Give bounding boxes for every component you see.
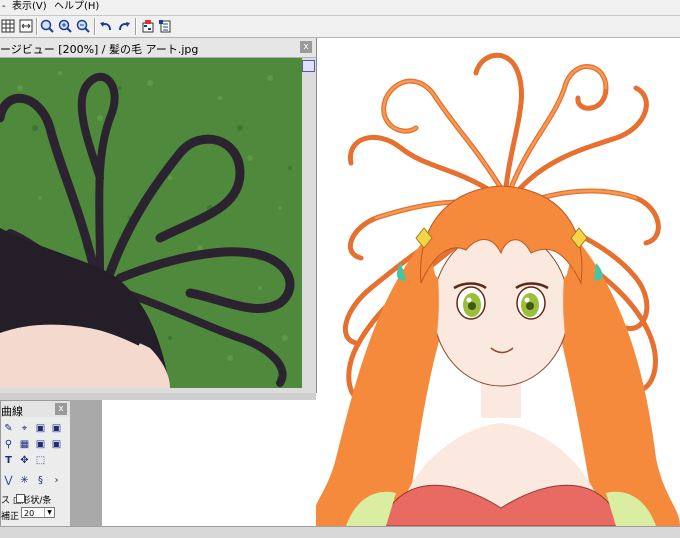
text-tool-icon[interactable]: T <box>3 455 14 466</box>
viewer-vertical-scrollbar[interactable] <box>302 58 316 393</box>
select-tool-icon[interactable]: ⬚ <box>35 455 46 466</box>
spiral-tool-icon[interactable]: § <box>35 475 46 486</box>
square-node-alt-icon[interactable]: ▣ <box>51 423 62 434</box>
hair-photo[interactable] <box>0 58 302 388</box>
pen-tool-icon[interactable]: ✎ <box>3 423 14 434</box>
workspace-gap <box>70 400 102 526</box>
arrow-tool-icon[interactable]: › <box>51 475 62 486</box>
drawing-canvas[interactable] <box>316 38 680 526</box>
move-tool-icon[interactable]: ✥ <box>19 455 30 466</box>
curve-tool-palette: 曲線 x ✎ ⌖ ▣ ▣ ⚲ ▦ ▣ ▣ T ✥ ⬚ ⋁ ✳ § › ス □形状… <box>0 400 72 528</box>
redo-icon[interactable] <box>117 19 131 33</box>
palette-icon[interactable] <box>141 19 155 33</box>
line-tool-icon[interactable]: ⋁ <box>3 475 14 486</box>
secondary-canvas-area[interactable] <box>102 400 316 526</box>
eraser-icon[interactable]: ▦ <box>19 439 30 450</box>
correction-label: 補正 <box>1 512 20 522</box>
menu-help[interactable]: ヘルプ(H) <box>54 1 99 13</box>
toolbar-separator <box>94 18 96 35</box>
correction-value: 20 <box>24 509 35 518</box>
zoom-out-icon[interactable] <box>76 19 90 33</box>
grid-icon[interactable] <box>1 19 15 33</box>
fill-icon[interactable]: ▣ <box>35 439 46 450</box>
square-node-icon[interactable]: ▣ <box>35 423 46 434</box>
image-viewer-window: ージビュー [200%] / 髪の毛 アート.jpg x <box>0 38 317 393</box>
palette-close-button[interactable]: x <box>55 403 67 415</box>
zoom-in-icon[interactable] <box>58 19 72 33</box>
fit-window-icon[interactable] <box>19 19 33 33</box>
menubar: - 表示(V) ヘルプ(H) <box>0 0 680 16</box>
node-edit-icon[interactable]: ⚲ <box>3 439 14 450</box>
anime-girl-illustration <box>316 52 680 526</box>
fill-alt-icon[interactable]: ▣ <box>51 439 62 450</box>
settings-icon[interactable] <box>158 19 172 33</box>
palette-title: 曲線 <box>1 405 23 418</box>
star-tool-icon[interactable]: ✳ <box>19 475 30 486</box>
viewer-titlebar[interactable]: ージビュー [200%] / 髪の毛 アート.jpg x <box>0 38 316 58</box>
viewer-dropdown-button[interactable] <box>302 60 315 72</box>
shape-checkbox[interactable] <box>16 494 25 503</box>
correction-spinner[interactable]: 20 ▼ <box>21 507 55 518</box>
shape-option-label: ス □形状/条 <box>1 496 52 506</box>
toolbar-separator <box>36 18 38 35</box>
control-point-icon[interactable]: ⌖ <box>19 423 30 434</box>
undo-icon[interactable] <box>99 19 113 33</box>
menu-view[interactable]: 表示(V) <box>12 1 47 13</box>
chevron-down-icon[interactable]: ▼ <box>44 508 54 517</box>
zoom-icon[interactable] <box>40 19 54 33</box>
toolbar <box>0 16 680 38</box>
hair-photo-image <box>0 58 302 388</box>
palette-titlebar[interactable]: 曲線 x <box>1 401 71 418</box>
panel-separator <box>0 393 316 400</box>
toolbar-separator <box>135 18 137 35</box>
viewer-close-button[interactable]: x <box>300 41 312 53</box>
viewer-title: ージビュー [200%] / 髪の毛 アート.jpg <box>0 43 199 56</box>
status-bar <box>0 526 680 538</box>
menu-edge: - <box>2 1 6 12</box>
